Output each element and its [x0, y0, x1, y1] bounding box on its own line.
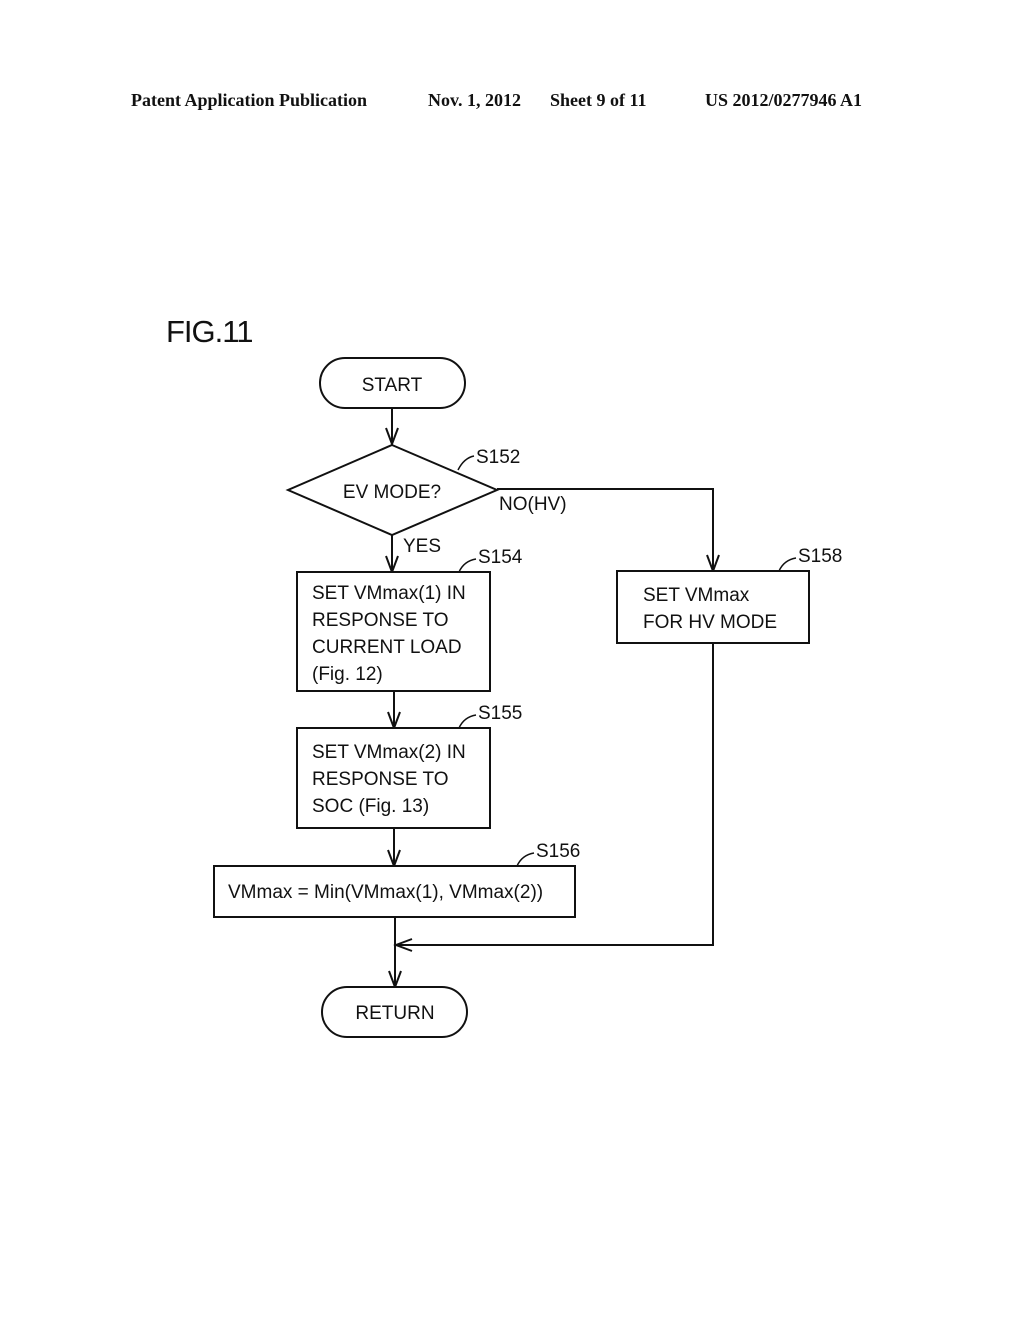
- step-ref-s155: S155: [478, 703, 522, 724]
- decision-s152: EV MODE? S152 YES NO(HV): [285, 443, 567, 557]
- s154-leader-line: [458, 558, 477, 573]
- no-label: NO(HV): [499, 494, 567, 515]
- process-s155: SET VMmax(2) IN RESPONSE TO SOC (Fig. 13…: [296, 703, 522, 829]
- process-s154: SET VMmax(1) IN RESPONSE TO CURRENT LOAD…: [296, 547, 523, 692]
- step-ref-s158: S158: [798, 546, 842, 567]
- yes-label: YES: [403, 536, 441, 557]
- step-ref-s156: S156: [536, 841, 580, 862]
- s158-line-2: FOR HV MODE: [643, 612, 777, 633]
- arrow-s155-to-s156: [387, 828, 401, 869]
- process-s158: SET VMmax FOR HV MODE S158: [616, 546, 842, 644]
- s156-label: VMmax = Min(VMmax(1), VMmax(2)): [228, 882, 543, 903]
- arrow-yes-to-s154: [385, 535, 399, 575]
- s154-line-2: RESPONSE TO: [312, 610, 449, 631]
- s158-line-1: SET VMmax: [643, 585, 750, 606]
- s154-line-4: (Fig. 12): [312, 664, 383, 685]
- process-s156: VMmax = Min(VMmax(1), VMmax(2)) S156: [213, 841, 580, 918]
- return-terminal: RETURN: [321, 986, 468, 1038]
- s155-line-1: SET VMmax(2) IN: [312, 742, 466, 763]
- arrow-start-to-s152: [385, 408, 399, 447]
- s155-leader-line: [458, 714, 477, 729]
- decision-label: EV MODE?: [343, 482, 441, 503]
- return-label: RETURN: [355, 1003, 434, 1024]
- s156-leader-line: [516, 852, 535, 867]
- s154-line-1: SET VMmax(1) IN: [312, 583, 466, 604]
- s155-line-2: RESPONSE TO: [312, 769, 449, 790]
- s154-line-3: CURRENT LOAD: [312, 637, 462, 658]
- start-terminal: START: [319, 357, 466, 409]
- s158-leader-line: [778, 557, 797, 572]
- start-label: START: [362, 375, 423, 396]
- flowchart: START EV MODE? S152 YES NO(HV) SET VMmax…: [213, 357, 842, 1038]
- step-ref-s152: S152: [476, 447, 520, 468]
- s155-line-3: SOC (Fig. 13): [312, 796, 429, 817]
- s152-leader-line: [457, 455, 475, 471]
- arrow-s154-to-s155: [387, 691, 401, 731]
- arrow-s156-to-return: [388, 917, 402, 990]
- step-ref-s154: S154: [478, 547, 523, 568]
